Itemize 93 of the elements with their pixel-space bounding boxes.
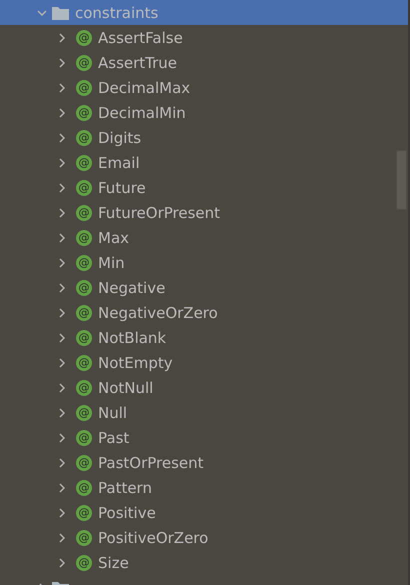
chevron-right-icon[interactable] [59, 232, 65, 242]
chevron-right-icon[interactable] [59, 282, 65, 292]
annotation-name: NotBlank [98, 328, 166, 346]
chevron-down-icon[interactable] [37, 10, 47, 16]
chevron-right-icon[interactable] [59, 258, 65, 268]
annotation-icon: @ [76, 430, 92, 446]
annotation-icon: @ [76, 204, 92, 220]
annotation-name: Positive [98, 504, 156, 522]
chevron-right-icon[interactable] [59, 532, 65, 542]
annotation-name: Digits [98, 128, 142, 146]
annotation-name: Negative [98, 278, 166, 296]
folder-icon [52, 6, 69, 20]
chevron-right-icon[interactable] [59, 432, 65, 442]
tree-row[interactable]: @ NegativeOrZero [0, 300, 394, 325]
chevron-right-icon[interactable] [59, 108, 65, 118]
annotation-icon: @ [76, 504, 92, 520]
chevron-right-icon[interactable] [59, 308, 65, 318]
chevron-right-icon[interactable] [59, 58, 65, 68]
annotation-icon: @ [76, 330, 92, 346]
tree-row[interactable]: @ Size [0, 550, 394, 575]
tree-row[interactable]: @ AssertTrue [0, 50, 394, 75]
annotation-icon: @ [76, 554, 92, 570]
annotation-icon: @ [76, 130, 92, 146]
chevron-right-icon[interactable] [59, 208, 65, 218]
chevron-right-icon[interactable] [59, 182, 65, 192]
annotation-icon: @ [76, 254, 92, 270]
tree-row[interactable]: @ AssertFalse [0, 25, 394, 50]
annotation-name: PositiveOrZero [98, 528, 208, 546]
annotation-name: Email [98, 154, 140, 172]
chevron-right-icon[interactable] [59, 408, 65, 418]
tree-row[interactable]: constraints [0, 0, 410, 25]
tree-row[interactable]: @ NotEmpty [0, 350, 394, 375]
chevron-right-icon[interactable] [59, 382, 65, 392]
annotation-name: Past [98, 428, 130, 446]
annotation-name: Min [98, 254, 125, 272]
chevron-right-icon[interactable] [59, 482, 65, 492]
tree-row[interactable]: @ DecimalMax [0, 75, 394, 100]
annotation-icon: @ [76, 230, 92, 246]
annotation-name: Max [98, 228, 130, 246]
tree-row[interactable]: @ Positive [0, 500, 394, 525]
chevron-right-icon[interactable] [59, 158, 65, 168]
chevron-right-icon[interactable] [59, 32, 65, 42]
tree-row[interactable]: @ NotNull [0, 375, 394, 400]
chevron-right-icon[interactable] [59, 508, 65, 518]
annotation-name: PastOrPresent [98, 454, 204, 472]
folder-name: constraints [75, 4, 158, 22]
annotation-icon: @ [76, 30, 92, 46]
annotation-name: AssertFalse [98, 28, 183, 46]
annotation-name: Size [98, 554, 129, 572]
tree-row[interactable]: @ Past [0, 425, 394, 450]
tree-row[interactable]: @ Pattern [0, 475, 394, 500]
tree-row[interactable]: @ Null [0, 400, 394, 425]
tree-row[interactable]: @ NotBlank [0, 325, 394, 350]
tree-row[interactable]: @ Max [0, 225, 394, 250]
scrollbar-thumb[interactable] [396, 150, 407, 210]
tree-row[interactable]: @ PositiveOrZero [0, 525, 394, 550]
annotation-name: FutureOrPresent [98, 204, 220, 222]
tree-row[interactable]: @ PastOrPresent [0, 450, 394, 475]
annotation-name: NotNull [98, 378, 154, 396]
annotation-icon: @ [76, 530, 92, 546]
tree-row[interactable]: @ FutureOrPresent [0, 200, 394, 225]
annotation-icon: @ [76, 280, 92, 296]
annotation-icon: @ [76, 304, 92, 320]
annotation-icon: @ [76, 154, 92, 170]
annotation-name: Pattern [98, 478, 152, 496]
annotation-icon: @ [76, 380, 92, 396]
annotation-icon: @ [76, 454, 92, 470]
tree-row[interactable]: @ Digits [0, 125, 394, 150]
annotation-name: Future [98, 178, 146, 196]
annotation-name: DecimalMin [98, 104, 186, 122]
annotation-icon: @ [76, 180, 92, 196]
chevron-right-icon[interactable] [59, 82, 65, 92]
annotation-name: NegativeOrZero [98, 304, 218, 322]
annotation-icon: @ [76, 354, 92, 370]
annotation-name: Null [98, 404, 128, 422]
tree-row[interactable]: @ Future [0, 175, 394, 200]
annotation-icon: @ [76, 54, 92, 70]
annotation-name: NotEmpty [98, 354, 173, 372]
tree-row[interactable]: @ Negative [0, 275, 394, 300]
annotation-icon: @ [76, 80, 92, 96]
annotation-icon: @ [76, 404, 92, 420]
chevron-right-icon[interactable] [59, 458, 65, 468]
chevron-right-icon[interactable] [59, 332, 65, 342]
annotation-icon: @ [76, 104, 92, 120]
tree-row[interactable]: @ Email [0, 150, 394, 175]
tree-row[interactable]: @ DecimalMin [0, 100, 394, 125]
annotation-icon: @ [76, 480, 92, 496]
chevron-right-icon[interactable] [59, 358, 65, 368]
annotation-name: DecimalMax [98, 78, 190, 96]
annotation-name: AssertTrue [98, 54, 178, 72]
chevron-right-icon[interactable] [59, 132, 65, 142]
chevron-right-icon[interactable] [59, 558, 65, 568]
tree-row[interactable]: @ Min [0, 250, 394, 275]
